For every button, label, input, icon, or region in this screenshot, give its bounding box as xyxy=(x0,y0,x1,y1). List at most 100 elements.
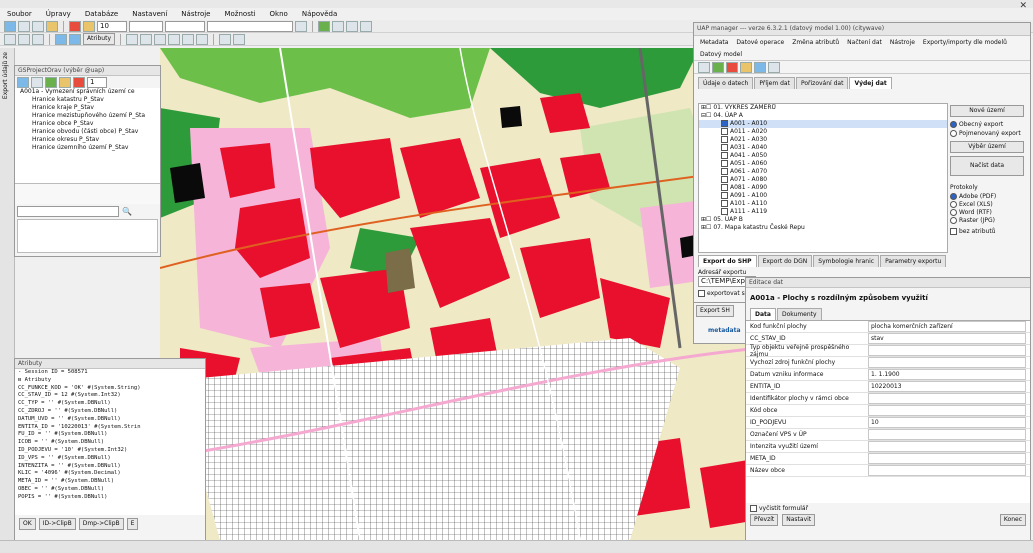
attribute-row[interactable]: ICOB = '' #(System.DBNull) xyxy=(18,439,205,447)
attributes-list[interactable]: - Session ID = 508571 ⊟ Atributy CC_FUNKC… xyxy=(15,369,205,515)
uap-tree-item[interactable]: A001 - A010 xyxy=(699,120,947,128)
tree-item[interactable]: Hranice okresu P_Stav xyxy=(18,136,160,144)
take-over-button[interactable]: Převzít xyxy=(750,514,779,526)
field-value[interactable] xyxy=(868,453,1026,464)
measure-icon[interactable] xyxy=(346,20,358,32)
tree-item[interactable]: Hranice územního území P_Stav xyxy=(18,144,160,152)
field-value[interactable] xyxy=(868,405,1026,416)
field-value[interactable] xyxy=(868,441,1026,452)
cell-icon[interactable] xyxy=(196,33,208,45)
line-style-field[interactable] xyxy=(129,20,163,32)
export-shp-button[interactable]: Export SH xyxy=(696,305,734,317)
line-weight-field[interactable] xyxy=(165,20,205,32)
export-tab[interactable]: Parametry exportu xyxy=(880,255,947,267)
editor-tab[interactable]: Dokumenty xyxy=(776,308,822,320)
uap-menu-item[interactable]: Exporty/importy dle modelů xyxy=(923,39,1007,46)
tree-open-icon[interactable] xyxy=(17,76,29,88)
tree-item[interactable]: Hranice mezistupňového území P_Sta xyxy=(18,112,160,120)
uap-menu-item[interactable]: Načtení dat xyxy=(847,39,882,46)
line-icon[interactable] xyxy=(126,33,138,45)
tree-layer-icon[interactable] xyxy=(45,76,57,88)
field-value[interactable]: 10 xyxy=(868,417,1026,428)
uap-tree-item[interactable]: ⊞☐ 05. ÚAP B xyxy=(699,216,947,224)
uap-tree-item[interactable]: A031 - A040 xyxy=(699,144,947,152)
tree-save-icon[interactable] xyxy=(31,76,43,88)
uap-tree-item[interactable]: A111 - A119 xyxy=(699,208,947,216)
menu-item-4[interactable]: Nástroje xyxy=(174,10,217,18)
attribute-row[interactable]: META_ID = '' #(System.DBNull) xyxy=(18,478,205,486)
side-tab[interactable]: Export údajů ze xyxy=(0,48,15,540)
fill-icon[interactable] xyxy=(83,20,95,32)
dimension-icon[interactable] xyxy=(219,33,231,45)
protocol-option[interactable]: Adobe (PDF) xyxy=(950,193,1028,200)
uap-tree-item[interactable]: A101 - A110 xyxy=(699,200,947,208)
uap-new-icon[interactable] xyxy=(698,61,710,73)
text-icon[interactable] xyxy=(295,20,307,32)
uap-menu-item[interactable]: Datové operace xyxy=(736,39,784,46)
uap-tab[interactable]: Výdej dat xyxy=(849,77,892,89)
uap-tree-item[interactable]: A091 - A100 xyxy=(699,192,947,200)
menu-item-5[interactable]: Možnosti xyxy=(217,10,262,18)
move-icon[interactable] xyxy=(18,33,30,45)
close-button[interactable]: Konec xyxy=(999,514,1026,526)
field-value[interactable]: stav xyxy=(868,333,1026,344)
attribute-row[interactable]: ⊟ Atributy xyxy=(18,377,205,385)
uap-tree-item[interactable]: ⊟☐ 04. ÚAP A xyxy=(699,112,947,120)
print-icon[interactable] xyxy=(32,20,44,32)
field-value[interactable] xyxy=(868,429,1026,440)
uap-tree-item[interactable]: A061 - A070 xyxy=(699,168,947,176)
attribute-row[interactable]: CC_ZDROJ = '' #(System.DBNull) xyxy=(18,408,205,416)
attribute-row[interactable]: ENTITA_ID = '10220013' #(System.Strin xyxy=(18,424,205,432)
attributes-button-2[interactable]: Dmp->ClipB xyxy=(78,518,124,530)
radio-obecny-export[interactable]: Obecný export xyxy=(950,121,1028,128)
open-icon[interactable] xyxy=(4,20,16,32)
tree-item[interactable]: Hranice kraje P_Stav xyxy=(18,104,160,112)
protocol-option[interactable]: Word (RTF) xyxy=(950,209,1028,216)
select-area-button[interactable]: Výběr území xyxy=(950,141,1024,153)
zoom-out-icon[interactable] xyxy=(69,33,81,45)
attribute-row[interactable]: POPIS = '' #(System.DBNull) xyxy=(18,494,205,502)
set-button[interactable]: Nastavit xyxy=(782,514,816,526)
load-data-button[interactable]: Načíst data xyxy=(950,156,1024,176)
no-attributes-check[interactable]: bez atributů xyxy=(950,228,1028,235)
hatch-icon[interactable] xyxy=(233,33,245,45)
project-result-list[interactable] xyxy=(17,219,158,253)
layer-icon[interactable] xyxy=(46,20,58,32)
menu-item-2[interactable]: Databáze xyxy=(78,10,125,18)
attribute-row[interactable]: CC_FUNKCE_KOD = 'OK' #(System.String) xyxy=(18,385,205,393)
uap-remove-icon[interactable] xyxy=(726,61,738,73)
tree-item[interactable]: Hranice obce P_Stav xyxy=(18,120,160,128)
field-value[interactable] xyxy=(868,393,1026,404)
page-field[interactable]: 1 xyxy=(87,76,107,88)
menu-item-6[interactable]: Okno xyxy=(263,10,295,18)
uap-menu-datovy-model[interactable]: Datový model xyxy=(694,49,1030,61)
tree-delete-icon[interactable] xyxy=(73,76,85,88)
attribute-row[interactable]: OBEC = '' #(System.DBNull) xyxy=(18,486,205,494)
attributes-button-0[interactable]: OK xyxy=(19,518,36,530)
uap-tree-item[interactable]: ⊞☐ 07. Mapa katastru České Repu xyxy=(699,224,947,232)
export-tab[interactable]: Export do SHP xyxy=(698,255,757,267)
zoom-icon[interactable] xyxy=(360,20,372,32)
field-value[interactable] xyxy=(868,345,1026,356)
attribute-row[interactable]: DATUM_UVD = '' #(System.DBNull) xyxy=(18,416,205,424)
zoom-in-icon[interactable] xyxy=(55,33,67,45)
radio-pojmenovany-export[interactable]: Pojmenovaný export xyxy=(950,130,1028,137)
attribute-row[interactable]: CC_TYP = '' #(System.DBNull) xyxy=(18,400,205,408)
uap-tree-item[interactable]: ⊞☐ 01. VÝKRES ZÁMĚRŮ xyxy=(699,104,947,112)
uap-tree-item[interactable]: A021 - A030 xyxy=(699,136,947,144)
attributes-button-3[interactable]: E xyxy=(126,518,139,530)
attribute-row[interactable]: KLIC = '4096' #(System.Decimal) xyxy=(18,470,205,478)
grid-icon[interactable] xyxy=(332,20,344,32)
attributes-button[interactable]: Atributy xyxy=(83,33,115,45)
attributes-button-1[interactable]: ID->ClipB xyxy=(38,518,76,530)
uap-tab[interactable]: Pořizování dat xyxy=(795,77,849,89)
text-place-icon[interactable] xyxy=(182,33,194,45)
snap-icon[interactable] xyxy=(318,20,330,32)
export-tab[interactable]: Export do DGN xyxy=(757,255,813,267)
field-value[interactable] xyxy=(868,357,1026,368)
uap-settings-icon[interactable] xyxy=(768,61,780,73)
uap-menu-item[interactable]: Nástroje xyxy=(890,39,915,46)
field-value[interactable]: plocha komerčních zařízení xyxy=(868,321,1026,332)
uap-folder-icon[interactable] xyxy=(740,61,752,73)
polygon-icon[interactable] xyxy=(154,33,166,45)
